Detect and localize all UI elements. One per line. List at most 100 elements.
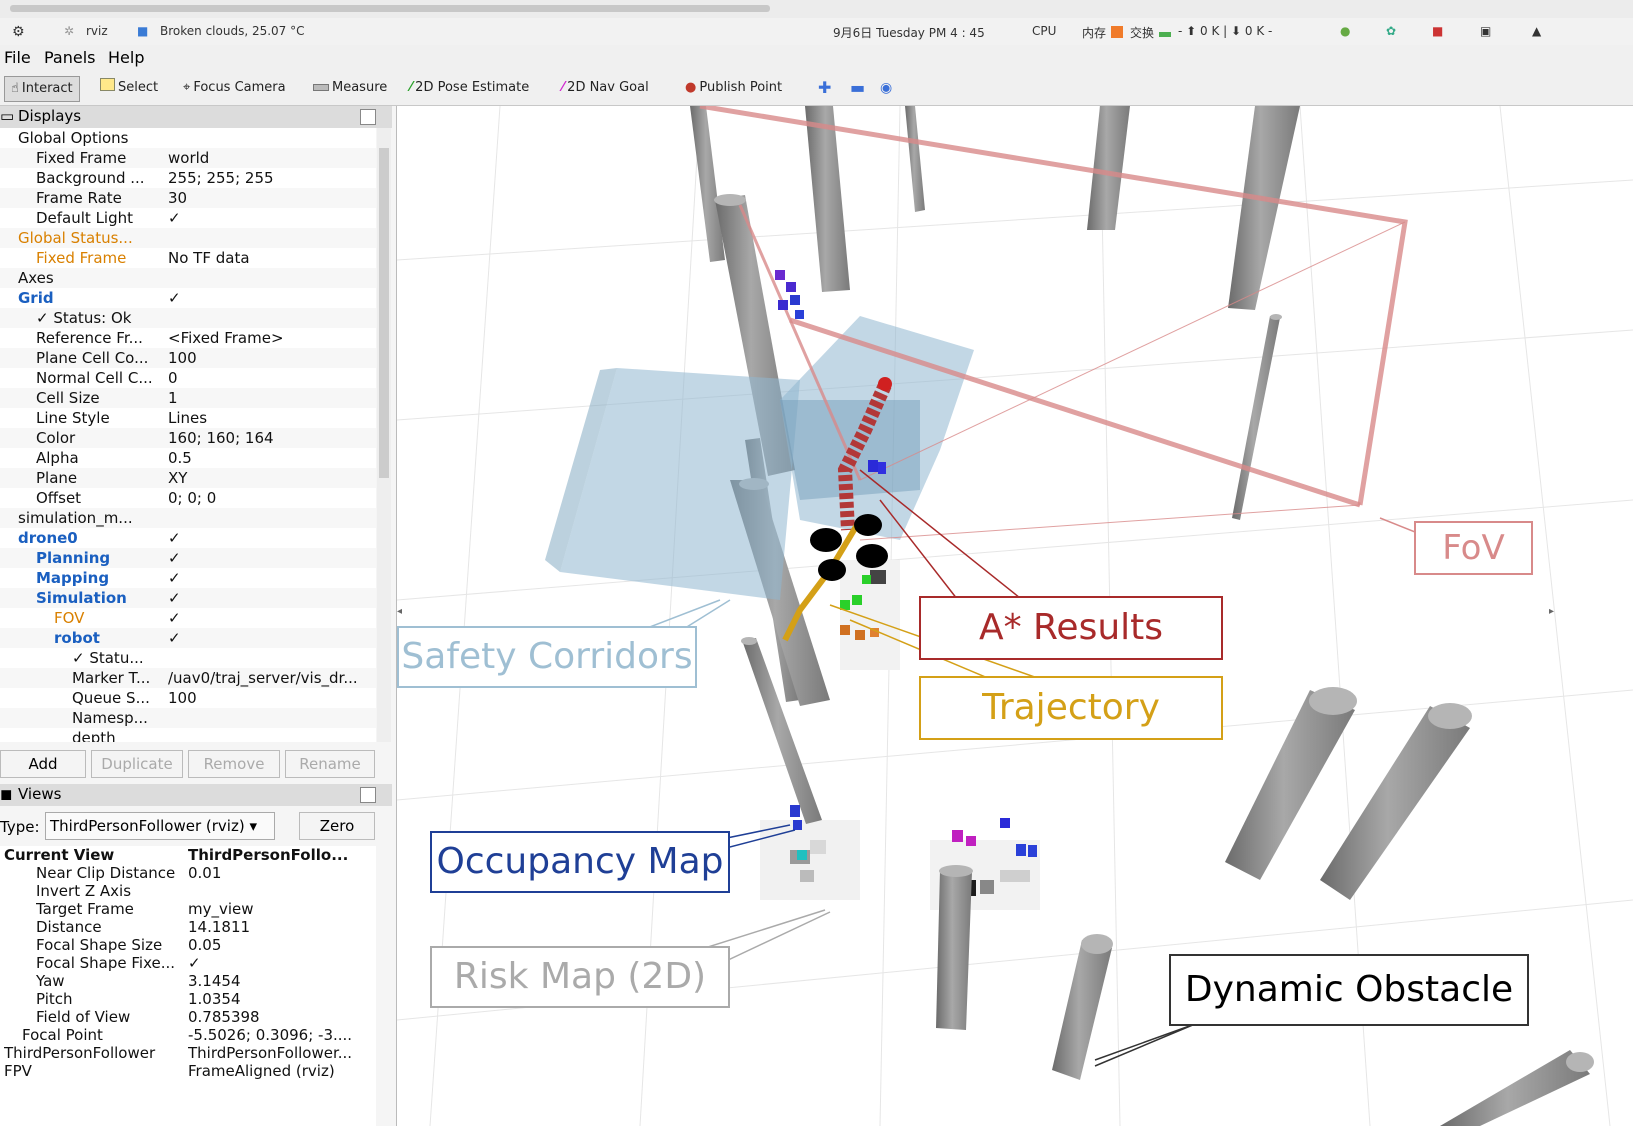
collapse-left-icon[interactable]: ◂ (397, 606, 402, 617)
power-icon[interactable]: ▲ (1532, 24, 1541, 38)
display-row-value[interactable]: ✓ (168, 628, 373, 648)
remove-button[interactable]: Remove (188, 750, 280, 778)
view-row-value: my_view (188, 900, 254, 918)
display-row[interactable]: Plane Cell Co... 100 (0, 348, 376, 368)
tray-icon-1[interactable]: ● (1340, 24, 1350, 38)
display-row-value[interactable]: ✓ (168, 288, 373, 308)
display-row[interactable]: Mapping ✓ (0, 568, 376, 588)
display-row-key: Plane (36, 469, 78, 487)
display-row[interactable]: Background ... 255; 255; 255 (0, 168, 376, 188)
display-row-key: depth (72, 729, 116, 742)
display-row[interactable]: Axes (0, 268, 376, 288)
display-row[interactable]: Grid ✓ (0, 288, 376, 308)
publish-point-tool[interactable]: ● Publish Point (685, 76, 782, 100)
select-tool[interactable]: Select (100, 76, 158, 100)
displays-scrollbar[interactable] (377, 128, 391, 742)
display-row-key: ✓ Statu... (72, 649, 144, 667)
undock-icon[interactable] (360, 109, 376, 125)
display-row[interactable]: Plane XY (0, 468, 376, 488)
display-row-value[interactable]: ✓ (168, 528, 373, 548)
tray-icon-3[interactable]: ■ (1432, 24, 1443, 38)
display-row[interactable]: Line Style Lines (0, 408, 376, 428)
display-row-value[interactable]: ✓ (168, 608, 373, 628)
display-row[interactable]: depth (0, 728, 376, 742)
remove-tool-icon[interactable]: ▬ (850, 76, 865, 100)
pose-estimate-tool[interactable]: ⁄ 2D Pose Estimate (410, 76, 529, 100)
display-row[interactable]: Frame Rate 30 (0, 188, 376, 208)
view-row[interactable]: FPV FrameAligned (rviz) (0, 1062, 376, 1080)
mem-bar (1111, 26, 1123, 38)
view-row[interactable]: Field of View 0.785398 (0, 1008, 376, 1026)
display-row[interactable]: drone0 ✓ (0, 528, 376, 548)
view-row[interactable]: Target Frame my_view (0, 900, 376, 918)
crosshair-icon: ⌖ (183, 80, 191, 95)
nav-goal-tool[interactable]: ⁄ 2D Nav Goal (562, 76, 649, 100)
display-row[interactable]: Alpha 0.5 (0, 448, 376, 468)
view-row[interactable]: Distance 14.1811 (0, 918, 376, 936)
display-row[interactable]: Namesp... (0, 708, 376, 728)
display-row[interactable]: Offset 0; 0; 0 (0, 488, 376, 508)
measure-tool[interactable]: Measure (313, 76, 387, 100)
display-row[interactable]: Marker T... /uav0/traj_server/vis_dr... (0, 668, 376, 688)
display-row-value: <Fixed Frame> (168, 329, 284, 347)
collapse-right-icon[interactable]: ▸ (1549, 606, 1554, 617)
display-row[interactable]: Global Options (0, 128, 376, 148)
display-row[interactable]: Planning ✓ (0, 548, 376, 568)
duplicate-button[interactable]: Duplicate (91, 750, 183, 778)
camera-icon: ◼ (0, 785, 13, 803)
camera-icon[interactable]: ▣ (1480, 24, 1491, 38)
views-undock-icon[interactable] (360, 787, 376, 803)
view-row-key: Near Clip Distance (36, 864, 176, 882)
view-row[interactable]: Near Clip Distance 0.01 (0, 864, 376, 882)
view-row[interactable]: Current View ThirdPersonFollo... (0, 846, 376, 864)
display-row-value[interactable]: ✓ (168, 588, 373, 608)
display-row-key: Offset (36, 489, 82, 507)
add-tool-icon[interactable]: ✚ (818, 76, 831, 100)
display-row[interactable]: ✓ Status: Ok (0, 308, 376, 328)
display-row[interactable]: Simulation ✓ (0, 588, 376, 608)
view-row[interactable]: Focal Shape Size 0.05 (0, 936, 376, 954)
display-row[interactable]: Color 160; 160; 164 (0, 428, 376, 448)
display-row-key: ✓ Status: Ok (36, 309, 132, 327)
render-viewport[interactable]: FoV A* Results Trajectory Safety Corrido… (397, 106, 1633, 1126)
view-row[interactable]: Focal Shape Fixe... ✓ (0, 954, 376, 972)
display-row[interactable]: Cell Size 1 (0, 388, 376, 408)
system-menu-icon[interactable]: ⚙ (12, 24, 25, 40)
display-row[interactable]: simulation_m... (0, 508, 376, 528)
display-row-value[interactable]: ✓ (168, 568, 373, 588)
focus-camera-tool[interactable]: ⌖ Focus Camera (183, 76, 286, 100)
menu-panels[interactable]: Panels (44, 48, 96, 67)
display-row-value[interactable]: ✓ (168, 548, 373, 568)
menu-help[interactable]: Help (108, 48, 144, 67)
view-type-select[interactable]: ThirdPersonFollower (rviz) ▾ (45, 812, 275, 840)
view-row[interactable]: Focal Point -5.5026; 0.3096; -3.... (0, 1026, 376, 1044)
datetime[interactable]: 9月6日 Tuesday PM 4 : 45 (833, 24, 985, 41)
display-row[interactable]: Reference Fr... <Fixed Frame> (0, 328, 376, 348)
display-row[interactable]: Fixed Frame No TF data (0, 248, 376, 268)
display-row-key: Cell Size (36, 389, 100, 407)
menu-bar: File Panels Help (0, 45, 1633, 71)
add-button[interactable]: Add (0, 750, 86, 778)
rename-button[interactable]: Rename (285, 750, 375, 778)
eye-icon[interactable]: ◉ (880, 76, 892, 100)
display-row[interactable]: ✓ Statu... (0, 648, 376, 668)
display-row[interactable]: FOV ✓ (0, 608, 376, 628)
menu-file[interactable]: File (4, 48, 31, 67)
horizontal-scrollbar[interactable] (10, 5, 770, 12)
display-row[interactable]: Queue S... 100 (0, 688, 376, 708)
view-row[interactable]: Yaw 3.1454 (0, 972, 376, 990)
view-row[interactable]: ThirdPersonFollower ThirdPersonFollower..… (0, 1044, 376, 1062)
display-row[interactable]: robot ✓ (0, 628, 376, 648)
display-row[interactable]: Global Status... (0, 228, 376, 248)
view-row[interactable]: Invert Z Axis (0, 882, 376, 900)
zero-button[interactable]: Zero (299, 812, 375, 840)
view-row[interactable]: Pitch 1.0354 (0, 990, 376, 1008)
display-row-key: Default Light (36, 209, 134, 227)
display-row-value[interactable]: ✓ (168, 208, 373, 228)
view-row-value: 14.1811 (188, 918, 251, 936)
interact-tool[interactable]: ☝ Interact (4, 76, 80, 102)
display-row[interactable]: Default Light ✓ (0, 208, 376, 228)
tray-icon-2[interactable]: ✿ (1386, 24, 1396, 38)
display-row[interactable]: Normal Cell C... 0 (0, 368, 376, 388)
display-row[interactable]: Fixed Frame world (0, 148, 376, 168)
